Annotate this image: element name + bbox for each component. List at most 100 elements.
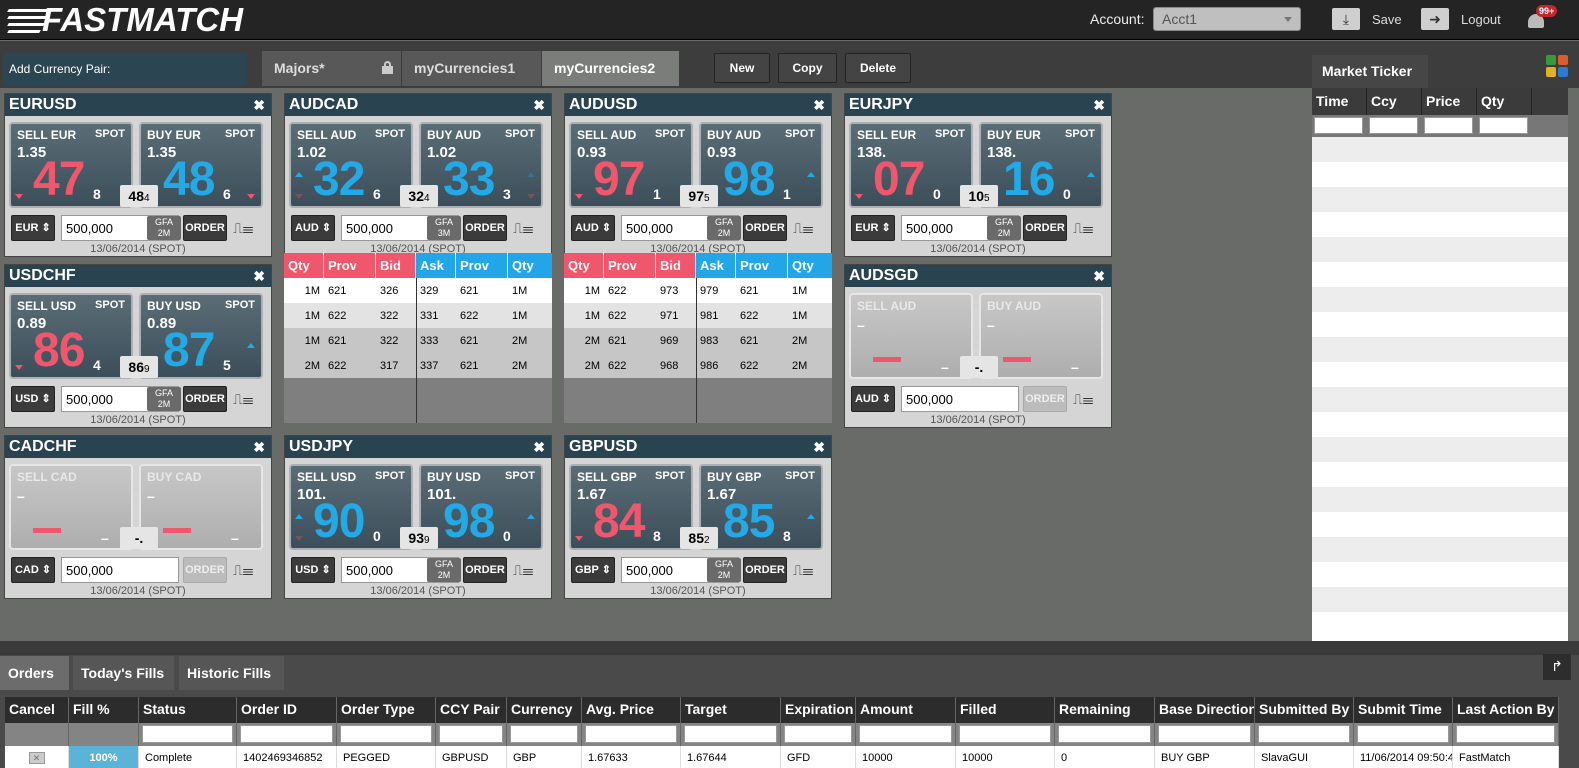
tile-header[interactable]: USDJPY ✖ [285,436,551,458]
orders-col-3[interactable]: Order ID [237,697,337,723]
sell-button[interactable]: SELL USD SPOT 101. 90 0 [289,464,413,550]
ticker-filter-qty[interactable] [1479,117,1528,134]
depth-row[interactable]: 2M 621 969 983 621 2M [564,328,832,353]
sell-button[interactable]: SELL AUD SPOT 0.93 97 1 [569,122,693,208]
order-button[interactable]: ORDER [183,386,227,412]
order-button[interactable]: ORDER [743,557,787,583]
gfa-button[interactable]: GFA 2M [147,216,181,240]
gfa-button[interactable]: GFA 2M [987,216,1021,240]
save-button[interactable]: ⤓ Save [1332,7,1402,31]
currency-select[interactable]: EUR ⇕ [11,215,55,241]
tile-header[interactable]: AUDCAD ✖ [285,94,551,116]
ticker-col-ccy[interactable]: Ccy [1367,88,1422,115]
depth-row[interactable]: 1M 622 973 979 621 1M [564,278,832,303]
tile-header[interactable]: AUDSGD ✖ [845,265,1111,287]
currency-select[interactable]: EUR ⇕ [851,215,895,241]
gfa-button[interactable]: GFA 2M [147,387,181,411]
depth-row[interactable]: 2M 622 317 337 621 2M [284,353,552,378]
orders-col-2[interactable]: Status [139,697,237,723]
close-icon[interactable]: ✖ [1093,97,1105,114]
orders-filter-input[interactable] [1255,723,1354,746]
orders-filter-input[interactable] [1453,723,1559,746]
orders-col-14[interactable]: Submitted By [1255,697,1354,723]
tab-historic-fills[interactable]: Historic Fills [179,656,284,690]
close-icon[interactable]: ✖ [253,268,265,285]
ticker-col-price[interactable]: Price [1422,88,1477,115]
orders-filter-input[interactable] [956,723,1055,746]
new-button[interactable]: New [714,53,770,83]
tab-orders[interactable]: Orders [0,656,69,690]
tab-todays-fills[interactable]: Today's Fills [73,656,174,690]
tab-majors[interactable]: Majors* [262,51,402,86]
currency-select[interactable]: USD ⇕ [291,557,335,583]
currency-select[interactable]: AUD ⇕ [851,386,895,412]
orders-col-7[interactable]: Avg. Price [582,697,681,723]
amount-input[interactable]: 500,000 [901,386,1019,412]
order-button[interactable]: ORDER [463,557,507,583]
notifications-bell[interactable]: 99+ [1526,5,1558,32]
account-select[interactable]: Acct1 [1153,7,1301,31]
ticker-filter-price[interactable] [1424,117,1473,134]
currency-select[interactable]: AUD ⇕ [571,215,615,241]
amount-input[interactable]: 500,000 [61,557,179,583]
depth-ladder-icon[interactable]: ⎍☰ [233,562,253,579]
tile-header[interactable]: USDCHF ✖ [5,265,271,287]
add-currency-pair[interactable]: Add Currency Pair: [3,53,247,86]
gfa-button[interactable]: GFA 2M [707,216,741,240]
close-icon[interactable]: ✖ [533,439,545,456]
orders-filter-input[interactable] [781,723,856,746]
depth-ladder-icon[interactable]: ⎍☰ [1073,391,1093,408]
tile-header[interactable]: EURJPY ✖ [845,94,1111,116]
depth-ladder-icon[interactable]: ⎍☰ [1073,220,1093,237]
order-button[interactable]: ORDER [463,215,507,241]
ticker-filter-ccy[interactable] [1369,117,1418,134]
close-icon[interactable]: ✕ [28,752,45,764]
sell-button[interactable]: SELL AUD – – [849,293,973,379]
depth-row[interactable]: 2M 622 968 986 622 2M [564,353,832,378]
sell-button[interactable]: SELL EUR SPOT 138. 07 0 [849,122,973,208]
sell-button[interactable]: SELL USD SPOT 0.89 86 4 [9,293,133,379]
currency-select[interactable]: CAD ⇕ [11,557,55,583]
depth-row[interactable]: 1M 622 971 981 622 1M [564,303,832,328]
tile-header[interactable]: CADCHF ✖ [5,436,271,458]
order-button[interactable]: ORDER [1023,215,1067,241]
orders-filter-input[interactable] [1055,723,1155,746]
order-button[interactable]: ORDER [1023,386,1067,412]
orders-col-0[interactable]: Cancel [5,697,69,723]
splitter[interactable] [0,641,1579,655]
copy-button[interactable]: Copy [778,53,837,83]
orders-col-16[interactable]: Last Action By [1453,697,1559,723]
color-picker-icon[interactable] [1546,55,1570,79]
currency-select[interactable]: USD ⇕ [11,386,55,412]
orders-col-15[interactable]: Submit Time [1354,697,1453,723]
sell-button[interactable]: SELL CAD – – [9,464,133,550]
orders-col-1[interactable]: Fill % [69,697,139,723]
gfa-button[interactable]: GFA 2M [707,558,741,582]
gfa-button[interactable]: GFA 2M [427,558,461,582]
orders-col-12[interactable]: Remaining [1055,697,1155,723]
ticker-filter-time[interactable] [1314,117,1363,134]
tile-header[interactable]: AUDUSD ✖ [565,94,831,116]
cancel-order-button[interactable]: ✕ [5,746,69,768]
gfa-button[interactable]: GFA 3M [427,216,461,240]
sell-button[interactable]: SELL AUD SPOT 1.02 32 6 [289,122,413,208]
orders-filter-input[interactable] [582,723,681,746]
depth-row[interactable]: 1M 621 326 329 621 1M [284,278,552,303]
orders-filter-input[interactable] [237,723,337,746]
depth-ladder-icon[interactable]: ⎍☰ [793,562,813,579]
orders-filter-input[interactable] [856,723,956,746]
orders-filter-input[interactable] [1155,723,1255,746]
order-button[interactable]: ORDER [183,557,227,583]
depth-ladder-icon[interactable]: ⎍☰ [233,391,253,408]
close-icon[interactable]: ✖ [1093,268,1105,285]
order-button[interactable]: ORDER [743,215,787,241]
depth-ladder-icon[interactable]: ⎍☰ [513,562,533,579]
sell-button[interactable]: SELL GBP SPOT 1.67 84 8 [569,464,693,550]
orders-filter-input[interactable] [139,723,237,746]
orders-col-11[interactable]: Filled [956,697,1055,723]
tile-header[interactable]: GBPUSD ✖ [565,436,831,458]
tile-header[interactable]: EURUSD ✖ [5,94,271,116]
depth-ladder-icon[interactable]: ⎍☰ [233,220,253,237]
orders-col-13[interactable]: Base Direction [1155,697,1255,723]
tab-mycurrencies1[interactable]: myCurrencies1 [402,51,542,86]
